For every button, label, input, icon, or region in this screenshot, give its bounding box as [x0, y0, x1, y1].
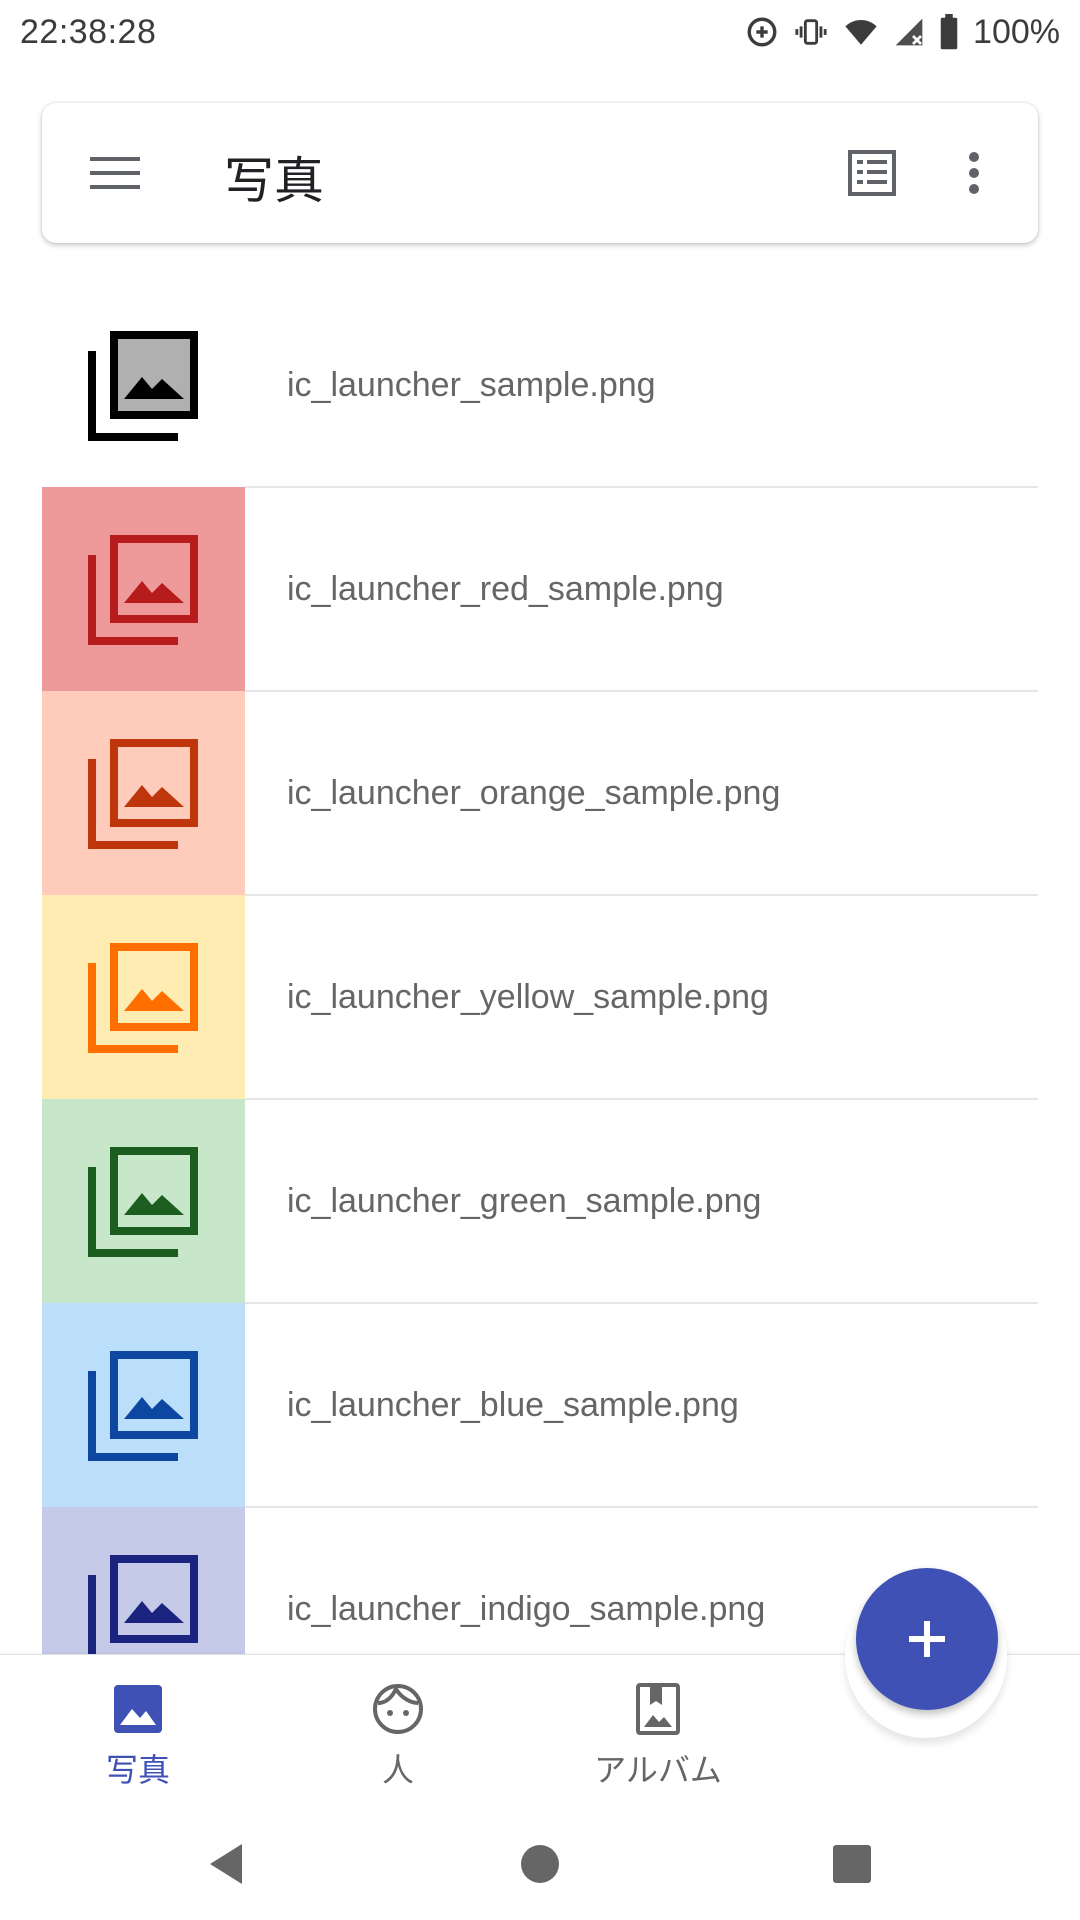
list-item[interactable]: ic_launcher_green_sample.png — [42, 1099, 1038, 1304]
status-bar: 22:38:28 100% — [0, 0, 1080, 64]
list-view-icon — [848, 150, 896, 196]
battery-percent: 100% — [973, 12, 1060, 51]
back-icon — [210, 1844, 242, 1884]
album-icon — [630, 1681, 686, 1737]
photo-library-icon — [87, 943, 198, 1053]
add-button[interactable] — [856, 1568, 998, 1710]
recents-button[interactable] — [822, 1834, 882, 1894]
data-saver-icon — [745, 15, 779, 49]
status-icons: 100% — [745, 13, 1060, 52]
file-list: ic_launcher_sample.png ic_launcher_red_s… — [42, 284, 1038, 1654]
nav-label: 人 — [381, 1752, 414, 1788]
menu-button[interactable] — [86, 143, 146, 203]
photo-icon — [110, 1681, 166, 1737]
plus-icon — [909, 1621, 945, 1657]
battery-icon — [939, 14, 959, 50]
list-item[interactable]: ic_launcher_orange_sample.png — [42, 691, 1038, 896]
thumbnail — [42, 487, 245, 691]
home-button[interactable] — [510, 1834, 570, 1894]
thumbnail — [42, 1303, 245, 1507]
list-item[interactable]: ic_launcher_red_sample.png — [42, 487, 1038, 692]
wifi-icon — [843, 15, 879, 49]
menu-icon — [90, 157, 140, 189]
photo-library-icon — [87, 535, 198, 645]
file-name: ic_launcher_blue_sample.png — [287, 1385, 739, 1424]
page-title: 写真 — [224, 153, 324, 209]
signal-icon — [893, 15, 925, 49]
thumbnail — [42, 691, 245, 895]
top-app-bar: 写真 — [42, 103, 1038, 243]
more-vert-icon — [969, 152, 979, 194]
nav-item-photos[interactable]: 写真 — [8, 1655, 268, 1805]
vibrate-icon — [793, 15, 829, 49]
file-name: ic_launcher_sample.png — [287, 365, 656, 404]
thumbnail — [42, 895, 245, 1099]
photo-library-icon — [87, 1555, 198, 1654]
list-view-button[interactable] — [842, 143, 902, 203]
photo-library-icon — [87, 331, 198, 441]
thumbnail — [42, 284, 245, 487]
status-time: 22:38:28 — [20, 12, 157, 51]
photo-library-icon — [87, 1147, 198, 1257]
file-name: ic_launcher_red_sample.png — [287, 569, 724, 608]
list-item[interactable]: ic_launcher_blue_sample.png — [42, 1303, 1038, 1508]
face-icon — [370, 1681, 426, 1737]
list-item[interactable]: ic_launcher_yellow_sample.png — [42, 895, 1038, 1100]
nav-label: 写真 — [105, 1752, 170, 1788]
nav-item-people[interactable]: 人 — [268, 1655, 528, 1805]
list-item[interactable]: ic_launcher_sample.png — [42, 284, 1038, 488]
thumbnail — [42, 1507, 245, 1654]
thumbnail — [42, 1099, 245, 1303]
more-options-button[interactable] — [954, 143, 994, 203]
home-icon — [521, 1845, 559, 1883]
file-name: ic_launcher_yellow_sample.png — [287, 977, 769, 1016]
file-name: ic_launcher_indigo_sample.png — [287, 1589, 766, 1628]
system-navigation — [0, 1804, 1080, 1920]
photo-library-icon — [87, 739, 198, 849]
file-name: ic_launcher_green_sample.png — [287, 1181, 762, 1220]
photo-library-icon — [87, 1351, 198, 1461]
nav-item-albums[interactable]: アルバム — [528, 1655, 788, 1805]
recents-icon — [833, 1845, 871, 1883]
file-name: ic_launcher_orange_sample.png — [287, 773, 781, 812]
nav-label: アルバム — [594, 1752, 722, 1788]
back-button[interactable] — [196, 1834, 256, 1894]
